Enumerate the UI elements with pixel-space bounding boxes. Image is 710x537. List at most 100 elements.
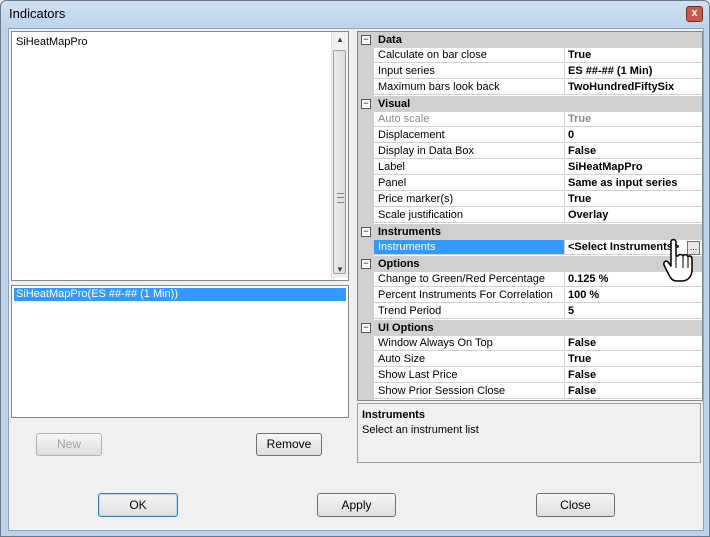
row-gutter	[358, 368, 374, 384]
property-value[interactable]: True	[564, 112, 702, 127]
row-gutter	[358, 192, 374, 208]
title-bar[interactable]: Indicators x	[1, 1, 709, 27]
hand-pointer-icon	[663, 238, 693, 282]
category-data[interactable]: − Data	[358, 32, 702, 48]
property-name[interactable]: Label	[374, 160, 564, 175]
property-name[interactable]: Auto scale	[374, 112, 564, 127]
collapse-icon[interactable]: −	[361, 99, 371, 109]
category-label: Instruments	[378, 226, 441, 238]
property-value[interactable]: False	[564, 144, 702, 159]
property-name[interactable]: Calculate on bar close	[374, 48, 564, 63]
list-item-selected[interactable]: SiHeatMapPro(ES ##-## (1 Min))	[14, 288, 346, 301]
row-gutter	[358, 272, 374, 288]
property-value[interactable]: TwoHundredFiftySix	[564, 80, 702, 95]
property-row[interactable]: Window Always On Top False	[358, 336, 702, 352]
window-close-button[interactable]: x	[686, 6, 703, 22]
property-value[interactable]: 5	[564, 304, 702, 319]
category-label: Visual	[378, 98, 411, 110]
grip-icon	[337, 193, 344, 203]
row-gutter	[358, 112, 374, 128]
row-gutter	[358, 128, 374, 144]
property-name[interactable]: Show Prior Session Close	[374, 384, 564, 399]
property-name[interactable]: Price marker(s)	[374, 192, 564, 207]
property-row[interactable]: Show Prior Session Close False	[358, 384, 702, 400]
row-gutter	[358, 288, 374, 304]
property-name[interactable]: Instruments	[374, 240, 564, 255]
property-row[interactable]: Displacement 0	[358, 128, 702, 144]
property-value[interactable]: False	[564, 336, 702, 351]
property-row[interactable]: Label SiHeatMapPro	[358, 160, 702, 176]
property-name[interactable]: Display in Data Box	[374, 144, 564, 159]
window-title: Indicators	[9, 6, 66, 21]
row-gutter	[358, 80, 374, 96]
row-gutter	[358, 384, 374, 400]
property-name[interactable]: Window Always On Top	[374, 336, 564, 351]
property-value[interactable]: False	[564, 368, 702, 383]
property-name[interactable]: Auto Size	[374, 352, 564, 367]
property-name[interactable]: Panel	[374, 176, 564, 191]
property-value[interactable]: SiHeatMapPro	[564, 160, 702, 175]
apply-button[interactable]: Apply	[317, 493, 396, 517]
property-value[interactable]: True	[564, 48, 702, 63]
property-row[interactable]: Trend Period 5	[358, 304, 702, 320]
available-indicators-list[interactable]: SiHeatMapPro ▲ ▼	[11, 31, 349, 281]
property-name[interactable]: Input series	[374, 64, 564, 79]
applied-indicators-list[interactable]: SiHeatMapPro(ES ##-## (1 Min))	[11, 285, 349, 418]
row-gutter	[358, 176, 374, 192]
category-instruments[interactable]: − Instruments	[358, 224, 702, 240]
property-name[interactable]: Displacement	[374, 128, 564, 143]
property-row[interactable]: Show Last Price False	[358, 368, 702, 384]
collapse-icon[interactable]: −	[361, 35, 371, 45]
remove-button[interactable]: Remove	[256, 433, 322, 456]
close-button[interactable]: Close	[536, 493, 615, 517]
property-value[interactable]: 100 %	[564, 288, 702, 303]
property-row[interactable]: Percent Instruments For Correlation 100 …	[358, 288, 702, 304]
vertical-scrollbar[interactable]: ▲ ▼	[331, 32, 348, 278]
property-value[interactable]: True	[564, 192, 702, 207]
property-row[interactable]: Panel Same as input series	[358, 176, 702, 192]
property-row[interactable]: Calculate on bar close True	[358, 48, 702, 64]
property-name[interactable]: Percent Instruments For Correlation	[374, 288, 564, 303]
property-value[interactable]: False	[564, 384, 702, 399]
property-name[interactable]: Change to Green/Red Percentage	[374, 272, 564, 287]
property-value[interactable]: Overlay	[564, 208, 702, 223]
property-value[interactable]: True	[564, 352, 702, 367]
property-row[interactable]: Maximum bars look back TwoHundredFiftySi…	[358, 80, 702, 96]
dialog-client-area: SiHeatMapPro ▲ ▼ SiHeatMapPro(ES ##-## (…	[8, 28, 704, 531]
scroll-thumb[interactable]	[333, 50, 346, 274]
category-visual[interactable]: − Visual	[358, 96, 702, 112]
property-row[interactable]: Change to Green/Red Percentage 0.125 %	[358, 272, 702, 288]
property-help-panel: Instruments Select an instrument list	[357, 403, 701, 463]
help-title: Instruments	[362, 409, 425, 421]
property-value[interactable]: ES ##-## (1 Min)	[564, 64, 702, 79]
property-row[interactable]: Input series ES ##-## (1 Min)	[358, 64, 702, 80]
row-gutter	[358, 144, 374, 160]
property-row-selected[interactable]: Instruments <Select Instruments> ...	[358, 240, 702, 256]
property-grid[interactable]: − Data Calculate on bar close True Input…	[357, 31, 703, 401]
property-row[interactable]: Display in Data Box False	[358, 144, 702, 160]
property-name[interactable]: Trend Period	[374, 304, 564, 319]
scroll-down-icon[interactable]: ▼	[332, 262, 348, 278]
category-options[interactable]: − Options	[358, 256, 702, 272]
property-row[interactable]: Auto scale True	[358, 112, 702, 128]
property-name[interactable]: Maximum bars look back	[374, 80, 564, 95]
list-item[interactable]: SiHeatMapPro	[16, 36, 88, 48]
property-name[interactable]: Show Last Price	[374, 368, 564, 383]
property-row[interactable]: Scale justification Overlay	[358, 208, 702, 224]
ok-button[interactable]: OK	[98, 493, 178, 517]
category-label: UI Options	[378, 322, 434, 334]
property-row[interactable]: Auto Size True	[358, 352, 702, 368]
category-ui-options[interactable]: − UI Options	[358, 320, 702, 336]
collapse-icon[interactable]: −	[361, 259, 371, 269]
row-gutter	[358, 352, 374, 368]
scroll-up-icon[interactable]: ▲	[332, 32, 348, 48]
property-row[interactable]: Price marker(s) True	[358, 192, 702, 208]
category-label: Data	[378, 34, 402, 46]
property-value[interactable]: Same as input series	[564, 176, 702, 191]
collapse-icon[interactable]: −	[361, 323, 371, 333]
new-button[interactable]: New	[36, 433, 102, 456]
collapse-icon[interactable]: −	[361, 227, 371, 237]
property-value[interactable]: 0	[564, 128, 702, 143]
category-label: Options	[378, 258, 420, 270]
property-name[interactable]: Scale justification	[374, 208, 564, 223]
